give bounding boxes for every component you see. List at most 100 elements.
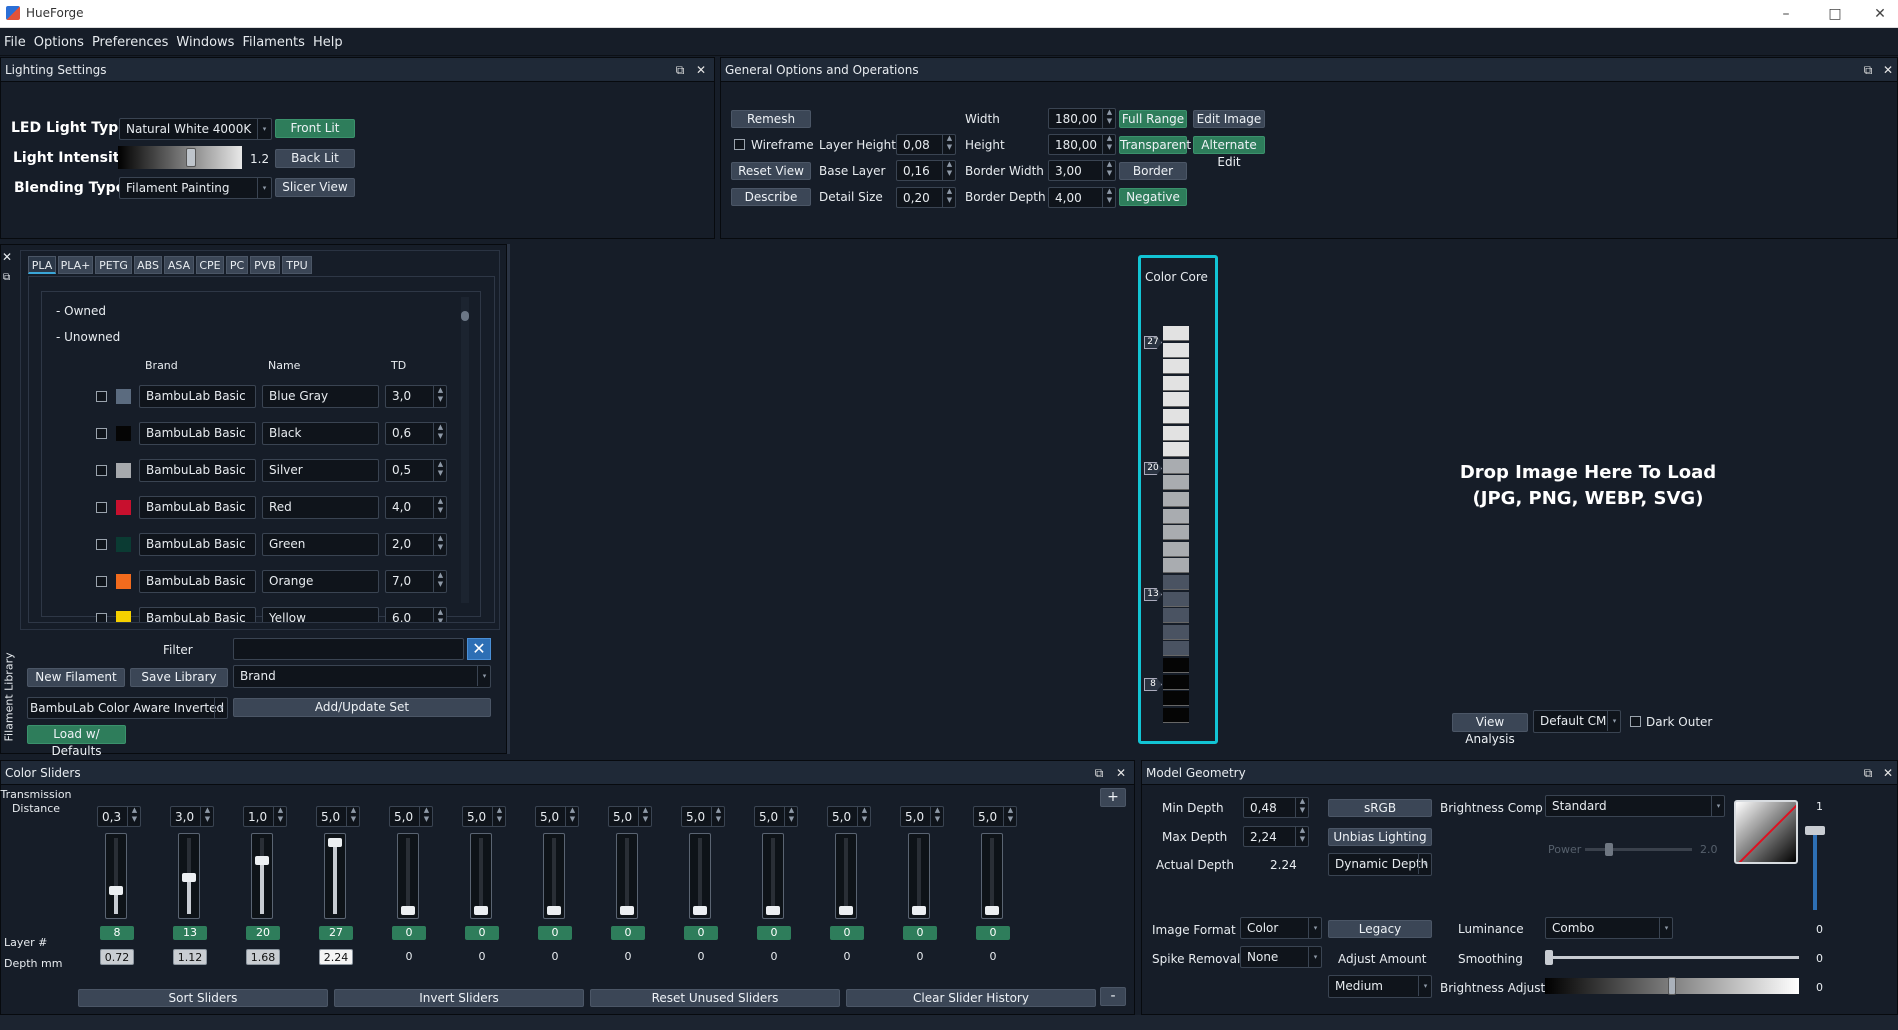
spin-arrows-icon[interactable]: ▲ ▼ xyxy=(273,806,287,827)
transparent-button[interactable]: Transparent xyxy=(1119,136,1191,154)
name-field[interactable]: Green xyxy=(262,533,379,556)
brightness-adjust-slider[interactable] xyxy=(1545,977,1799,995)
spin-arrows-icon[interactable]: ▲ ▼ xyxy=(638,806,652,827)
legacy-button[interactable]: Legacy xyxy=(1328,920,1432,938)
alternate-edit-button[interactable]: Alternate Edit xyxy=(1193,136,1265,169)
led-light-type-select[interactable]: Natural White 4000K xyxy=(119,118,272,140)
blending-type-select[interactable]: Filament Painting xyxy=(119,177,272,199)
spin-arrows-icon[interactable]: ▲ ▼ xyxy=(433,608,447,622)
negative-button[interactable]: Negative xyxy=(1119,188,1187,206)
add-update-set-button[interactable]: Add/Update Set xyxy=(233,698,491,717)
brand-field[interactable]: BambuLab Basic xyxy=(139,533,256,556)
border-button[interactable]: Border xyxy=(1119,162,1187,180)
menu-file[interactable]: File xyxy=(0,29,30,56)
tab-tpu[interactable]: TPU xyxy=(282,256,312,274)
slicer-view-button[interactable]: Slicer View xyxy=(275,178,355,197)
scrollbar[interactable] xyxy=(461,297,469,603)
spin-arrows-icon[interactable]: ▲ ▼ xyxy=(565,806,579,827)
slider-thumb[interactable] xyxy=(1668,977,1676,995)
list-item[interactable]: BambuLab Basic Orange 7,0 ▲ ▼ xyxy=(29,570,459,594)
smoothing-slider[interactable] xyxy=(1545,950,1799,965)
spin-arrows-icon[interactable]: ▲ ▼ xyxy=(1102,134,1116,154)
brand-field[interactable]: BambuLab Basic xyxy=(139,459,256,482)
spin-arrows-icon[interactable]: ▲ ▼ xyxy=(1102,108,1116,128)
color-slider[interactable] xyxy=(762,833,784,919)
brand-field[interactable]: BambuLab Basic xyxy=(139,496,256,519)
spin-arrows-icon[interactable]: ▲ ▼ xyxy=(433,571,447,592)
close-icon[interactable]: ✕ xyxy=(2,250,12,264)
drop-zone-text[interactable]: Drop Image Here To Load (JPG, PNG, WEBP,… xyxy=(1378,460,1798,512)
reset-view-button[interactable]: Reset View xyxy=(731,162,811,180)
front-lit-button[interactable]: Front Lit xyxy=(275,119,355,138)
remesh-button[interactable]: Remesh xyxy=(731,110,811,128)
list-item[interactable]: BambuLab Basic Green 2,0 ▲ ▼ xyxy=(29,533,459,557)
color-slider[interactable] xyxy=(324,833,346,919)
brand-field[interactable]: BambuLab Basic xyxy=(139,607,256,622)
brand-field[interactable]: BambuLab Basic xyxy=(139,385,256,408)
name-field[interactable]: Black xyxy=(262,422,379,445)
wireframe-checkbox[interactable] xyxy=(734,139,745,150)
spin-arrows-icon[interactable]: ▲ ▼ xyxy=(433,497,447,518)
clear-filter-icon[interactable]: ✕ xyxy=(467,638,491,660)
srgb-button[interactable]: sRGB xyxy=(1328,799,1432,817)
spin-arrows-icon[interactable]: ▲ ▼ xyxy=(492,806,506,827)
owned-checkbox[interactable] xyxy=(96,539,107,550)
slider-thumb[interactable] xyxy=(109,885,123,895)
slider-thumb[interactable] xyxy=(839,906,853,915)
filament-color-swatch[interactable] xyxy=(116,574,131,589)
owned-checkbox[interactable] xyxy=(96,613,107,622)
new-filament-button[interactable]: New Filament xyxy=(27,668,125,687)
save-library-button[interactable]: Save Library xyxy=(130,668,228,687)
spin-arrows-icon[interactable]: ▲ ▼ xyxy=(433,460,447,481)
slider-thumb[interactable] xyxy=(547,906,561,915)
sort-sliders-button[interactable]: Sort Sliders xyxy=(78,989,328,1007)
undock-icon[interactable]: ⧉ xyxy=(1859,761,1877,785)
spin-arrows-icon[interactable]: ▲ ▼ xyxy=(433,386,447,407)
slider-thumb[interactable] xyxy=(401,906,415,915)
remove-slider-button[interactable]: - xyxy=(1100,987,1126,1006)
spin-arrows-icon[interactable]: ▲ ▼ xyxy=(1102,160,1116,180)
adjust-amount-select[interactable]: Medium xyxy=(1328,975,1432,998)
owned-checkbox[interactable] xyxy=(96,576,107,587)
brightness-curve-preview[interactable] xyxy=(1734,800,1798,864)
filament-set-select[interactable]: BambuLab Color Aware Inverted xyxy=(27,697,228,719)
undock-icon[interactable]: ⧉ xyxy=(1859,58,1877,82)
filament-color-swatch[interactable] xyxy=(116,537,131,552)
unbias-lighting-button[interactable]: Unbias Lighting xyxy=(1328,828,1432,846)
filament-color-swatch[interactable] xyxy=(116,426,131,441)
slider-thumb[interactable] xyxy=(620,906,634,915)
menu-windows[interactable]: Windows xyxy=(172,29,238,56)
luminance-select[interactable]: Combo xyxy=(1545,917,1673,939)
close-window-button[interactable]: ✕ xyxy=(1870,4,1890,24)
slider-thumb[interactable] xyxy=(766,906,780,915)
spin-arrows-icon[interactable]: ▲ ▼ xyxy=(1295,826,1309,846)
minimize-button[interactable]: – xyxy=(1776,4,1796,24)
spin-arrows-icon[interactable]: ▲ ▼ xyxy=(942,187,956,207)
spin-arrows-icon[interactable]: ▲ ▼ xyxy=(930,806,944,827)
back-lit-button[interactable]: Back Lit xyxy=(275,149,355,168)
full-range-button[interactable]: Full Range xyxy=(1119,110,1187,128)
spin-arrows-icon[interactable]: ▲ ▼ xyxy=(711,806,725,827)
add-slider-button[interactable]: + xyxy=(1100,788,1126,807)
menu-options[interactable]: Options xyxy=(30,29,88,56)
list-item[interactable]: BambuLab Basic Red 4,0 ▲ ▼ xyxy=(29,496,459,520)
scrollbar-thumb[interactable] xyxy=(461,311,469,321)
filter-input[interactable] xyxy=(233,638,464,660)
tab-petg[interactable]: PETG xyxy=(95,256,132,274)
menu-preferences[interactable]: Preferences xyxy=(88,29,172,56)
filament-color-swatch[interactable] xyxy=(116,611,131,622)
owned-checkbox[interactable] xyxy=(96,465,107,476)
light-intensity-slider[interactable] xyxy=(118,146,242,169)
vertical-slider[interactable] xyxy=(1805,826,1825,910)
slider-thumb[interactable] xyxy=(182,873,196,883)
tab-pvb[interactable]: PVB xyxy=(250,256,280,274)
load-defaults-button[interactable]: Load w/ Defaults xyxy=(27,725,126,758)
owned-checkbox[interactable] xyxy=(96,502,107,513)
spin-arrows-icon[interactable]: ▲ ▼ xyxy=(433,534,447,555)
describe-button[interactable]: Describe xyxy=(731,188,811,206)
color-slider[interactable] xyxy=(616,833,638,919)
color-slider[interactable] xyxy=(105,833,127,919)
undock-icon[interactable]: ⧉ xyxy=(3,272,10,283)
slider-thumb[interactable] xyxy=(328,838,342,847)
invert-sliders-button[interactable]: Invert Sliders xyxy=(334,989,584,1007)
